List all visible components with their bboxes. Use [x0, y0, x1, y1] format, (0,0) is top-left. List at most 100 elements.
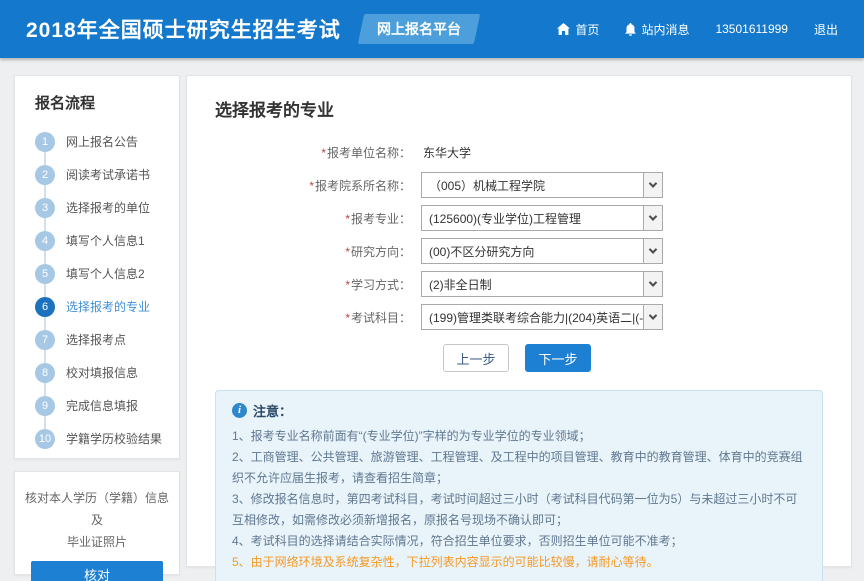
step-number-badge: 10: [35, 429, 55, 449]
unit-name-row: *报考单位名称： 东华大学: [215, 139, 823, 165]
verify-text-line1: 核对本人学历（学籍）信息及: [25, 487, 169, 531]
step-label: 选择报考的单位: [66, 199, 150, 216]
prev-step-button[interactable]: 上一步: [443, 344, 509, 372]
bell-icon: [625, 23, 636, 36]
step-label: 填写个人信息1: [66, 232, 145, 249]
form-label-text: 报考单位名称：: [327, 146, 411, 160]
notice-box: i 注意： 1、报考专业名称前面有“(专业学位)”字样的为专业学位的专业领域； …: [215, 390, 823, 581]
form-label: *报考院系所名称：: [215, 177, 421, 194]
registration-steps-card: 报名流程 1 网上报名公告 2 阅读考试承诺书 3 选择报考的单位 4 填写个人…: [14, 75, 180, 459]
step-number-badge: 8: [35, 363, 55, 383]
exam-subjects-select[interactable]: (199)管理类联考综合能力|(204)英语二|(-)无|(--)无: [421, 304, 663, 330]
sidebar-step-6-active[interactable]: 6 选择报考的专业: [15, 290, 179, 323]
step-number-badge: 4: [35, 231, 55, 251]
platform-badge-label: 网上报名平台: [377, 19, 461, 39]
sidebar-step-2[interactable]: 2 阅读考试承诺书: [15, 158, 179, 191]
exam-subjects-row: *考试科目： (199)管理类联考综合能力|(204)英语二|(-)无|(--)…: [215, 304, 823, 330]
step-label: 阅读考试承诺书: [66, 166, 150, 183]
required-asterisk: *: [309, 179, 314, 193]
step-number-badge: 5: [35, 264, 55, 284]
select-value: (00)不区分研究方向: [422, 243, 643, 260]
study-mode-select[interactable]: (2)非全日制: [421, 271, 663, 297]
department-row: *报考院系所名称： （005）机械工程学院: [215, 172, 823, 198]
app-header: 2018年全国硕士研究生招生考试 网上报名平台 首页 站内消息 13501611…: [0, 0, 864, 58]
major-row: *报考专业： (125600)(专业学位)工程管理: [215, 205, 823, 231]
steps-title: 报名流程: [15, 92, 179, 125]
required-asterisk: *: [345, 245, 350, 259]
notice-item-2: 2、工商管理、公共管理、旅游管理、工程管理、及工程中的项目管理、教育中的教育管理…: [232, 447, 808, 489]
chevron-down-icon: [643, 239, 662, 263]
nav-logout[interactable]: 退出: [814, 21, 838, 38]
verify-text-line2: 毕业证照片: [25, 531, 169, 553]
step-number-badge: 9: [35, 396, 55, 416]
home-icon: [557, 23, 570, 35]
sidebar-step-5[interactable]: 5 填写个人信息2: [15, 257, 179, 290]
step-label: 选择报考的专业: [66, 298, 150, 315]
major-selection-form: *报考单位名称： 东华大学 *报考院系所名称： （005）机械工程学院 *报考专…: [215, 139, 823, 330]
form-label: *研究方向：: [215, 243, 421, 260]
main-card: 选择报考的专业 *报考单位名称： 东华大学 *报考院系所名称： （005）机械工…: [186, 75, 852, 567]
sidebar-step-9[interactable]: 9 完成信息填报: [15, 389, 179, 422]
form-buttons: 上一步 下一步: [443, 344, 823, 372]
form-label-text: 研究方向：: [351, 245, 411, 259]
nav-home[interactable]: 首页: [557, 21, 599, 38]
select-value: （005）机械工程学院: [422, 177, 643, 194]
form-label-text: 学习方式：: [351, 278, 411, 292]
step-number-badge: 3: [35, 198, 55, 218]
chevron-down-icon: [643, 206, 662, 230]
chevron-down-icon: [643, 173, 662, 197]
form-label-text: 报考专业：: [351, 212, 411, 226]
step-number-badge: 7: [35, 330, 55, 350]
required-asterisk: *: [321, 146, 326, 160]
nav-messages[interactable]: 站内消息: [625, 21, 689, 38]
sidebar-step-1[interactable]: 1 网上报名公告: [15, 125, 179, 158]
required-asterisk: *: [345, 278, 350, 292]
form-label: *报考专业：: [215, 210, 421, 227]
nav-messages-label: 站内消息: [641, 21, 689, 38]
nav-phone: 13501611999: [715, 22, 788, 36]
step-label: 填写个人信息2: [66, 265, 145, 282]
step-number-badge: 2: [35, 165, 55, 185]
form-label: *学习方式：: [215, 276, 421, 293]
chevron-down-icon: [643, 305, 662, 329]
notice-header: i 注意：: [232, 401, 808, 420]
steps-list: 1 网上报名公告 2 阅读考试承诺书 3 选择报考的单位 4 填写个人信息1 5…: [15, 125, 179, 455]
form-label: *考试科目：: [215, 309, 421, 326]
select-value: (199)管理类联考综合能力|(204)英语二|(-)无|(--)无: [422, 309, 643, 326]
major-select[interactable]: (125600)(专业学位)工程管理: [421, 205, 663, 231]
notice-item-1: 1、报考专业名称前面有“(专业学位)”字样的为专业学位的专业领域；: [232, 426, 808, 447]
sidebar-step-8[interactable]: 8 校对填报信息: [15, 356, 179, 389]
department-select[interactable]: （005）机械工程学院: [421, 172, 663, 198]
info-icon: i: [232, 403, 247, 418]
sidebar-step-7[interactable]: 7 选择报考点: [15, 323, 179, 356]
step-label: 网上报名公告: [66, 133, 138, 150]
form-label-text: 考试科目：: [351, 311, 411, 325]
step-number-badge: 1: [35, 132, 55, 152]
step-label: 完成信息填报: [66, 397, 138, 414]
app-title: 2018年全国硕士研究生招生考试: [26, 14, 341, 44]
unit-name-value: 东华大学: [421, 144, 471, 161]
notice-item-4: 4、考试科目的选择请结合实际情况，符合招生单位要求，否则招生单位可能不准考；: [232, 531, 808, 552]
nav-logout-label: 退出: [814, 21, 838, 38]
nav-phone-label: 13501611999: [715, 22, 788, 36]
platform-badge: 网上报名平台: [358, 14, 480, 44]
nav-home-label: 首页: [575, 21, 599, 38]
sidebar-step-4[interactable]: 4 填写个人信息1: [15, 224, 179, 257]
chevron-down-icon: [643, 272, 662, 296]
required-asterisk: *: [345, 212, 350, 226]
select-value: (2)非全日制: [422, 276, 643, 293]
next-step-button[interactable]: 下一步: [525, 344, 591, 372]
form-label: *报考单位名称：: [215, 144, 421, 161]
sidebar-step-3[interactable]: 3 选择报考的单位: [15, 191, 179, 224]
step-label: 选择报考点: [66, 331, 126, 348]
study-mode-row: *学习方式： (2)非全日制: [215, 271, 823, 297]
verify-text: 核对本人学历（学籍）信息及 毕业证照片: [25, 487, 169, 553]
header-nav: 首页 站内消息 13501611999 退出: [557, 21, 838, 38]
sidebar-step-10[interactable]: 10 学籍学历校验结果: [15, 422, 179, 455]
verify-card: 核对本人学历（学籍）信息及 毕业证照片 核对: [14, 471, 180, 575]
verify-button[interactable]: 核对: [31, 561, 163, 581]
research-direction-select[interactable]: (00)不区分研究方向: [421, 238, 663, 264]
research-direction-row: *研究方向： (00)不区分研究方向: [215, 238, 823, 264]
notice-item-3: 3、修改报名信息时，第四考试科目，考试时间超过三小时（考试科目代码第一位为5）与…: [232, 489, 808, 531]
page-title: 选择报考的专业: [215, 96, 823, 121]
